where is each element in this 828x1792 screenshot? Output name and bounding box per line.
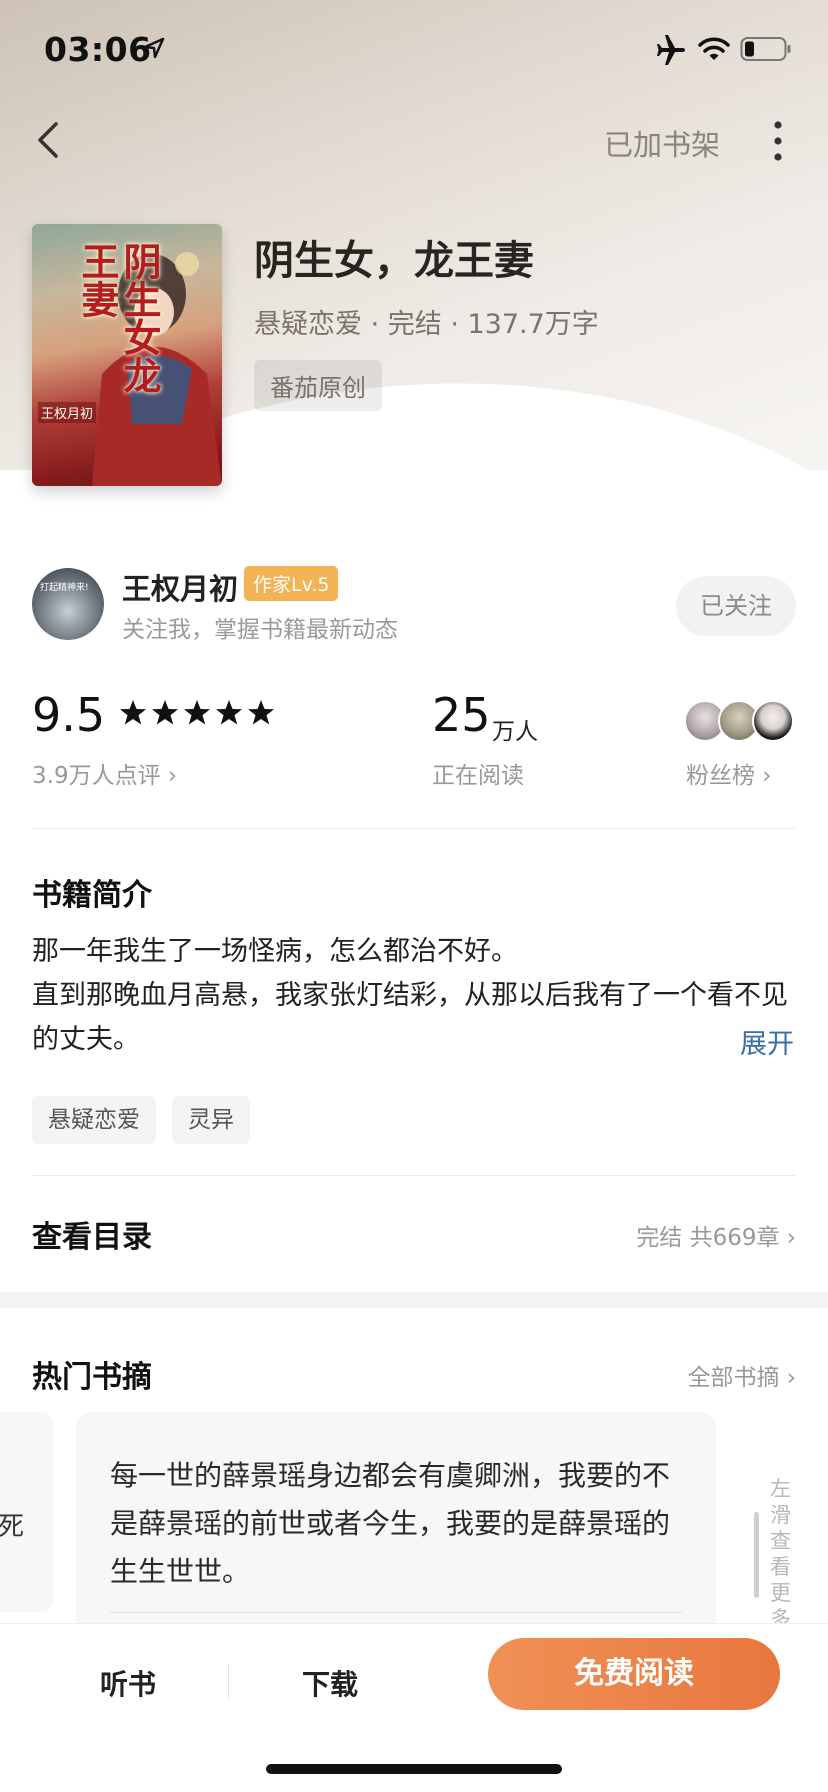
bottom-action-bar: 听书 下载 免费阅读 (0, 1624, 828, 1792)
author-name[interactable]: 王权月初 (122, 566, 238, 608)
bar-separator (228, 1664, 229, 1700)
home-indicator (266, 1764, 562, 1774)
follow-button[interactable]: 已关注 (676, 576, 796, 636)
intro-line: 那一年我生了一场怪病，怎么都治不好。 (32, 936, 518, 967)
free-read-button[interactable]: 免费阅读 (488, 1638, 780, 1710)
excerpts-title: 热门书摘 (32, 1360, 152, 1395)
cover-author: 王权月初 (38, 402, 97, 423)
table-of-contents-row[interactable]: 查看目录 完结 共669章 › (32, 1200, 796, 1270)
status-bar: 03:06 (0, 0, 828, 100)
star-rating-icon (120, 700, 274, 725)
excerpt-divider (110, 1612, 682, 1613)
fan-avatar (752, 700, 794, 742)
readers-label: 正在阅读 (432, 763, 524, 789)
cover-title: 阴生女龙王妻 (75, 242, 162, 394)
book-cover[interactable]: 阴生女龙王妻 王权月初 (32, 224, 222, 486)
status-time: 03:06 (44, 30, 152, 69)
chevron-left-icon[interactable] (30, 118, 70, 162)
book-title: 阴生女，龙王妻 (254, 238, 534, 284)
author-subtitle: 关注我，掌握书籍最新动态 (122, 617, 398, 643)
toc-info: 完结 共669章 › (636, 1225, 796, 1251)
excerpt-fragment: 死 (0, 1512, 24, 1542)
divider (32, 1175, 796, 1176)
download-button[interactable]: 下载 (272, 1660, 388, 1710)
expand-link[interactable]: 展开 (740, 1022, 794, 1061)
airplane-icon (657, 35, 685, 65)
author-level-badge: 作家Lv.5 (244, 566, 339, 601)
intro-title: 书籍简介 (32, 878, 152, 913)
all-excerpts-link[interactable]: 全部书摘 › (687, 1358, 796, 1392)
origin-tag: 番茄原创 (254, 360, 382, 411)
author-row[interactable]: 打起精神来! 王权月初 作家Lv.5 关注我，掌握书籍最新动态 已关注 (32, 562, 796, 643)
fans-ranking-link[interactable]: 粉丝榜 › (686, 756, 772, 790)
rating-count-link[interactable]: 3.9万人点评 › (32, 756, 177, 790)
readers-count: 25 (432, 688, 491, 742)
author-avatar[interactable]: 打起精神来! (32, 568, 104, 640)
excerpt-card-previous[interactable]: 死 (0, 1412, 54, 1612)
location-arrow-icon (143, 37, 165, 59)
more-vertical-icon[interactable] (762, 118, 794, 164)
swipe-indicator (754, 1512, 759, 1598)
swipe-hint: 左滑查看更多 (770, 1477, 791, 1626)
toc-title: 查看目录 (32, 1220, 152, 1255)
fan-avatars[interactable] (684, 700, 796, 744)
excerpt-text: 每一世的薛景瑶身边都会有虞卿洲，我要的不是薛景瑶的前世或者今生，我要的是薛景瑶的… (110, 1459, 671, 1588)
added-to-shelf-label[interactable]: 已加书架 (604, 122, 720, 164)
battery-icon (740, 37, 791, 61)
book-meta: 悬疑恋爱 · 完结 · 137.7万字 (254, 309, 599, 340)
rating-score: 9.5 (32, 688, 106, 742)
top-nav: 已加书架 (0, 110, 828, 170)
genre-tag[interactable]: 悬疑恋爱 (32, 1096, 156, 1144)
listen-button[interactable]: 听书 (70, 1660, 186, 1710)
readers-unit: 万人 (492, 719, 538, 745)
genre-tag[interactable]: 灵异 (172, 1096, 250, 1144)
excerpt-card[interactable]: 每一世的薛景瑶身边都会有虞卿洲，我要的不是薛景瑶的前世或者今生，我要的是薛景瑶的… (76, 1412, 716, 1632)
avatar-text: 打起精神来! (40, 583, 89, 593)
divider (32, 828, 796, 829)
intro-text: 那一年我生了一场怪病，怎么都治不好。 直到那晚血月高悬，我家张灯结彩，从那以后我… (32, 930, 802, 1062)
stats-row: 9.5 3.9万人点评 › 25 万人 正在阅读 粉丝榜 › (32, 688, 796, 798)
intro-line: 直到那晚血月高悬，我家张灯结彩，从那以后我有了一个看不见的丈夫。 (32, 980, 788, 1055)
wifi-icon (698, 37, 730, 60)
section-separator (0, 1292, 828, 1308)
